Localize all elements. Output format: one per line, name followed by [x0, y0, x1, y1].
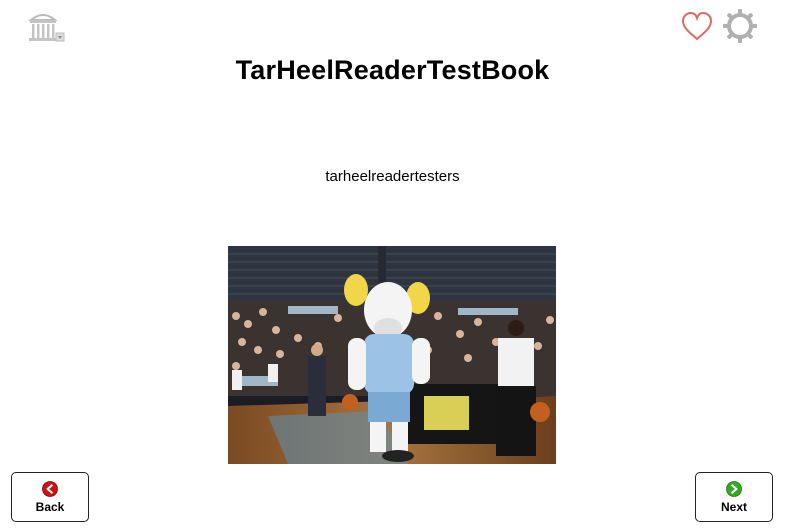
next-label: Next — [720, 499, 747, 514]
favorite-button[interactable] — [680, 10, 714, 42]
home-logo[interactable] — [27, 9, 65, 43]
back-arrow-icon — [42, 480, 58, 497]
book-title: TarHeelReaderTestBook — [235, 55, 550, 85]
settings-button[interactable] — [722, 8, 758, 44]
old-well-logo-icon — [28, 14, 65, 42]
next-button[interactable]: Next — [695, 472, 773, 522]
gear-icon — [723, 9, 757, 43]
heart-icon — [681, 11, 713, 41]
back-label: Back — [35, 499, 65, 514]
next-arrow-icon — [726, 480, 742, 497]
book-cover-image — [228, 246, 556, 464]
back-button[interactable]: Back — [11, 472, 89, 522]
book-author: tarheelreadertesters — [325, 168, 460, 185]
